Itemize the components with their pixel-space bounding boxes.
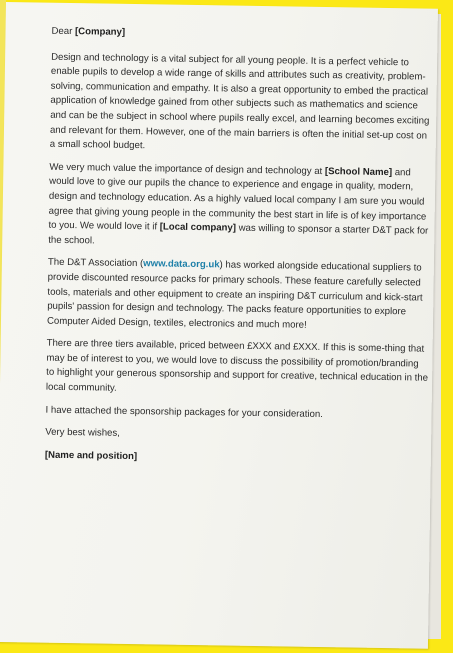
school-name-placeholder: [School Name]: [324, 165, 393, 178]
salutation-company: [Company]: [74, 26, 126, 38]
closing: Very best wishes,: [45, 426, 120, 440]
paragraph-3-text-a: The D&T Association (: [47, 257, 144, 270]
yellow-frame-right: [441, 0, 453, 653]
website-link[interactable]: www.data.org.uk: [143, 259, 220, 271]
paragraph-2-text-a: We very much value the importance of des…: [49, 161, 326, 177]
signature-text: [Name and position]: [44, 449, 138, 462]
paragraph-5: I have attached the sponsorship packages…: [45, 404, 323, 420]
letter-body: Dear [Company] Design and technology is …: [45, 25, 434, 477]
signature-placeholder: [Name and position]: [45, 449, 427, 470]
salutation-prefix: Dear: [51, 25, 76, 38]
paragraph-2: We very much value the importance of des…: [48, 160, 431, 254]
paragraph-1: Design and technology is a vital subject…: [49, 51, 430, 152]
letter-paper: Dear [Company] Design and technology is …: [0, 2, 438, 649]
paragraph-3: The D&T Association (www.data.org.uk) ha…: [47, 256, 430, 335]
paragraph-4: There are three tiers available, priced …: [45, 337, 429, 394]
paragraph-3-text-b: ) has worked alongside educational suppl…: [46, 259, 423, 331]
local-company-placeholder: [Local company]: [159, 221, 237, 234]
salutation: Dear [Company]: [51, 25, 433, 46]
